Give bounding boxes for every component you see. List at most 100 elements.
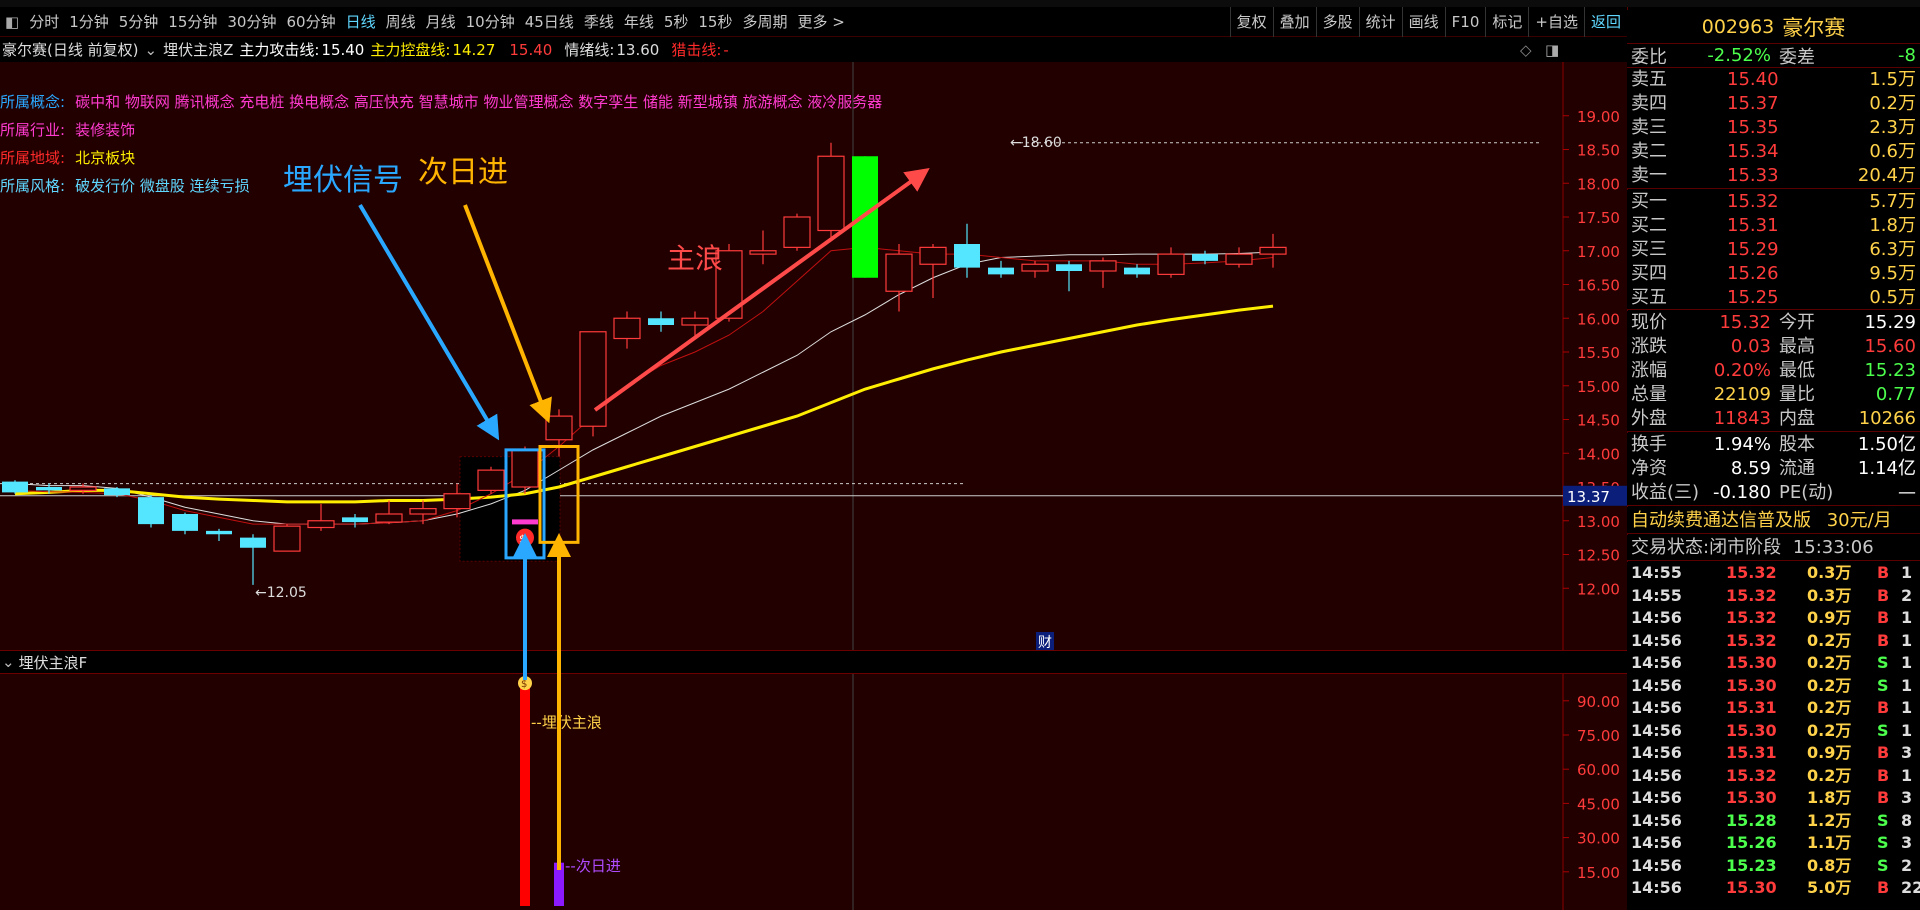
candlestick[interactable] <box>1225 247 1253 268</box>
tick-row[interactable]: 14:56 15.32 0.2万 B 1 <box>1627 630 1920 653</box>
candlestick[interactable] <box>206 528 232 541</box>
period-tab[interactable]: 10分钟 <box>461 11 520 32</box>
candlestick[interactable] <box>648 311 674 332</box>
candlestick[interactable] <box>1089 257 1117 288</box>
candlestick[interactable] <box>477 466 505 494</box>
candle-body <box>1157 253 1185 275</box>
tick-row[interactable]: 14:56 15.30 0.2万 S 1 <box>1627 675 1920 698</box>
candlestick[interactable] <box>919 244 947 298</box>
stat-value: 10266 <box>1858 408 1916 429</box>
candlestick[interactable] <box>1021 260 1049 278</box>
tick-count: 1 <box>1901 608 1913 627</box>
signal-bar[interactable] <box>520 687 530 906</box>
candlestick[interactable] <box>1259 233 1287 268</box>
ad-text: 自动续费通达信普及版 <box>1631 510 1811 531</box>
candlestick[interactable] <box>681 311 709 339</box>
candlestick[interactable] <box>273 524 301 552</box>
period-tab[interactable]: 5分钟 <box>114 11 164 32</box>
candlestick[interactable] <box>749 230 777 265</box>
tick-count: 1 <box>1901 653 1913 672</box>
control-line-value: 14.27 <box>452 40 496 59</box>
collapse-arrow-icon[interactable]: ⌄ <box>2 653 15 671</box>
period-tab[interactable]: 60分钟 <box>281 11 340 32</box>
toolbar-button[interactable]: 画线 <box>1401 7 1445 37</box>
tick-row[interactable]: 14:56 15.30 0.2万 S 1 <box>1627 720 1920 743</box>
candlestick[interactable] <box>715 244 743 322</box>
toolbar-button[interactable]: 叠加 <box>1272 7 1316 37</box>
period-tab[interactable]: 15分钟 <box>163 11 222 32</box>
ask-label: 卖一 <box>1631 165 1667 186</box>
toolbar-button[interactable]: 统计 <box>1358 7 1402 37</box>
sub-indicator-title[interactable]: 埋伏主浪F <box>19 652 88 673</box>
ad-price: 30元/月 <box>1826 510 1892 531</box>
bid-book: 买一 15.32 5.7万 买二 15.31 1.8万 买三 15.29 6.3万 买四 15.26… <box>1627 190 1920 310</box>
style-value: 破发行价 微盘股 连续亏损 <box>75 177 250 195</box>
tick-list[interactable]: 14:55 15.32 0.3万 B 1 14:55 15.32 0.3万 B 2 14:56 15.… <box>1627 562 1920 910</box>
tick-row[interactable]: 14:55 15.32 0.3万 B 2 <box>1627 585 1920 608</box>
tick-row[interactable]: 14:56 15.23 0.8万 S 2 <box>1627 855 1920 878</box>
tick-row[interactable]: 14:56 15.32 0.2万 B 1 <box>1627 765 1920 788</box>
stat-value: 8.59 <box>1730 458 1771 479</box>
indicator-name[interactable]: 埋伏主浪Z <box>163 39 233 60</box>
candlestick[interactable] <box>511 446 539 494</box>
period-tab[interactable]: 分时 <box>24 11 64 32</box>
candlestick[interactable] <box>1124 264 1150 278</box>
candlestick[interactable] <box>409 500 437 525</box>
toolbar-button[interactable]: +自选 <box>1528 7 1584 37</box>
period-tab[interactable]: 月线 <box>421 11 461 32</box>
period-tab[interactable]: 30分钟 <box>222 11 281 32</box>
period-tab[interactable]: 季线 <box>579 11 619 32</box>
tick-row[interactable]: 14:56 15.31 0.2万 B 1 <box>1627 697 1920 720</box>
tick-price: 15.32 <box>1726 608 1777 627</box>
candlestick[interactable] <box>172 512 198 535</box>
period-tab[interactable]: 更多 > <box>793 11 850 32</box>
candlestick[interactable] <box>988 260 1014 278</box>
panel-toggle-icon[interactable]: ◨ <box>1545 41 1559 59</box>
period-tab[interactable]: 周线 <box>381 11 421 32</box>
candle-body <box>2 481 28 493</box>
candlestick[interactable] <box>1157 247 1185 278</box>
toolbar-button[interactable]: 多股 <box>1315 7 1359 37</box>
tick-row[interactable]: 14:56 15.30 0.2万 S 1 <box>1627 652 1920 675</box>
subscription-ad[interactable]: 自动续费通达信普及版 30元/月 <box>1627 507 1920 534</box>
toolbar-button[interactable]: 复权 <box>1229 7 1273 37</box>
candlestick[interactable] <box>579 331 607 437</box>
candle-body <box>954 244 980 268</box>
candlestick[interactable] <box>240 534 266 585</box>
candlestick[interactable] <box>613 311 641 349</box>
period-tab[interactable]: 45日线 <box>520 11 579 32</box>
tick-row[interactable]: 14:55 15.32 0.3万 B 1 <box>1627 562 1920 585</box>
period-tab[interactable]: 5秒 <box>659 11 694 32</box>
candlestick[interactable] <box>545 409 573 457</box>
candlestick[interactable] <box>2 480 28 494</box>
candlestick[interactable] <box>138 495 164 528</box>
candlestick[interactable] <box>1056 260 1082 292</box>
tick-row[interactable]: 14:56 15.31 0.9万 B 3 <box>1627 742 1920 765</box>
candlestick[interactable] <box>783 213 811 251</box>
candlestick[interactable] <box>954 223 980 278</box>
period-tab[interactable]: 15秒 <box>693 11 737 32</box>
toolbar-button[interactable]: F10 <box>1444 7 1486 37</box>
tick-row[interactable]: 14:56 15.30 5.0万 B 22 <box>1627 877 1920 900</box>
window-icon[interactable]: ◧ <box>0 13 24 31</box>
candle-body <box>409 508 437 515</box>
period-tab[interactable]: 多周期 <box>737 11 792 32</box>
candlestick[interactable] <box>342 514 368 528</box>
toolbar-button[interactable]: 标记 <box>1485 7 1528 37</box>
tick-row[interactable]: 14:56 15.26 1.1万 S 3 <box>1627 832 1920 855</box>
period-tab[interactable]: 日线 <box>341 11 381 32</box>
period-tab[interactable]: 1分钟 <box>64 11 114 32</box>
sub-indicator-chart[interactable]: 90.00 75.00 60.00 45.00 30.00 15.00 $ --埋伏主浪 --次… <box>0 674 1627 910</box>
toolbar-button[interactable]: 返回 <box>1583 7 1627 37</box>
tick-row[interactable]: 14:56 15.30 1.8万 B 3 <box>1627 787 1920 810</box>
signal-bar[interactable] <box>554 862 564 906</box>
candlestick[interactable] <box>375 500 403 525</box>
diamond-icon[interactable]: ◇ <box>1520 41 1532 59</box>
period-tab[interactable]: 年线 <box>619 11 659 32</box>
tick-row[interactable]: 14:56 15.32 0.9万 B 1 <box>1627 607 1920 630</box>
candlestick[interactable] <box>307 503 335 531</box>
candlestick[interactable] <box>885 244 913 312</box>
tick-row[interactable]: 14:56 15.28 1.2万 S 8 <box>1627 810 1920 833</box>
price-tick-label: 18.00 <box>1577 175 1620 193</box>
collapse-arrow-icon[interactable]: ⌄ <box>144 41 157 59</box>
